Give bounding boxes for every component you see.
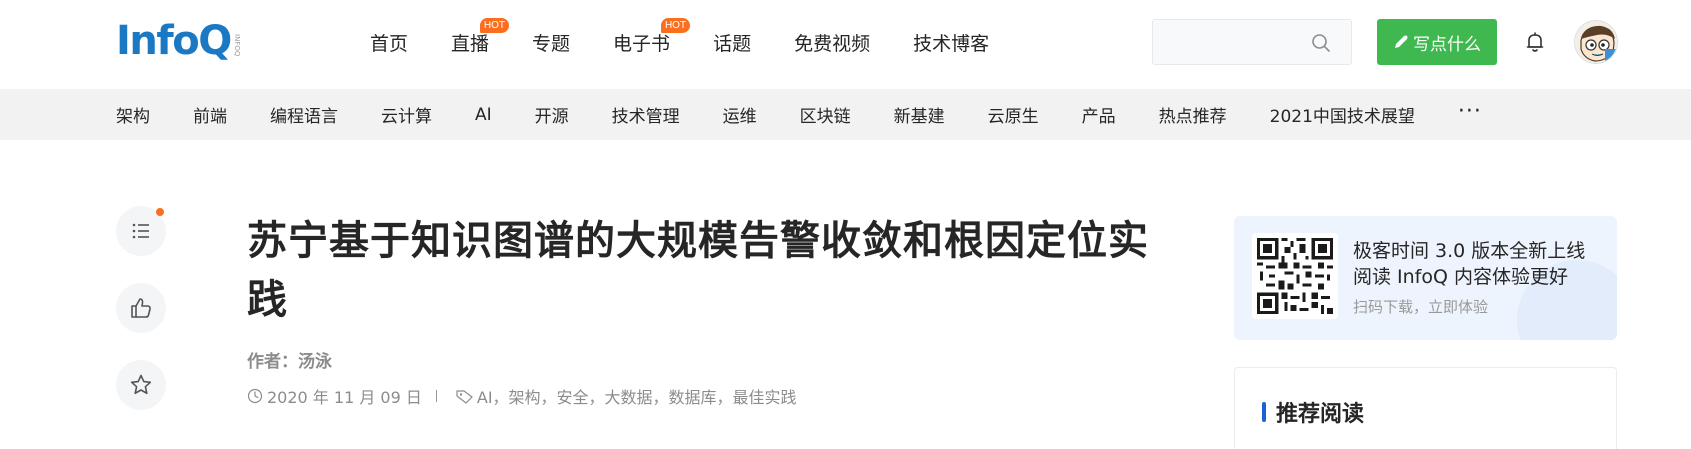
category-item-13[interactable]: 2021中国技术展望 [1270, 102, 1415, 127]
category-item-3[interactable]: 云计算 [381, 102, 432, 127]
hot-badge: HOT [479, 18, 510, 33]
banner-headline: 极客时间 3.0 版本全新上线 [1353, 240, 1586, 262]
category-nav: 架构 前端 编程语言 云计算 AI 开源 技术管理 运维 区块链 新基建 云原生 产品 热点推荐 2021… [0, 89, 1691, 140]
banner-subheadline: 阅读 InfoQ 内容体验更好 [1353, 266, 1568, 288]
write-button[interactable]: 写点什么 [1377, 19, 1497, 65]
banner-caption: 扫码下载，立即体验 [1353, 298, 1489, 316]
nav-item-label: 话题 [713, 33, 752, 55]
category-item-0[interactable]: 架构 [116, 102, 150, 127]
nav-item-label: 首页 [370, 33, 409, 55]
notification-dot [156, 208, 164, 216]
qr-code [1252, 233, 1338, 319]
search-icon[interactable] [1311, 33, 1331, 53]
user-avatar[interactable] [1574, 20, 1618, 64]
pen-icon [1395, 35, 1408, 48]
toc-button[interactable] [116, 206, 166, 256]
category-item-2[interactable]: 编程语言 [270, 102, 338, 127]
top-header: InfoQ INFOQ 首页 直播 HOT 专题 电子书 HOT 话题 免费视频 技术博客 写点… [0, 0, 1691, 89]
nav-item-label: 电子书 [613, 33, 671, 55]
clock-icon [247, 388, 263, 404]
recommend-title: 推荐阅读 [1276, 402, 1365, 427]
category-item-5[interactable]: 开源 [535, 102, 569, 127]
category-item-9[interactable]: 新基建 [894, 102, 945, 127]
publish-date: 2020 年 11 月 09 日 [267, 388, 422, 407]
nav-item-0[interactable]: 首页 [370, 26, 408, 62]
article-title: 苏宁基于知识图谱的大规模告警收敛和根因定位实践 [247, 218, 1149, 323]
category-item-10[interactable]: 云原生 [988, 102, 1039, 127]
section-accent-bar [1262, 402, 1266, 422]
star-icon [130, 374, 152, 395]
more-categories-button[interactable]: ··· [1458, 99, 1482, 124]
category-item-1[interactable]: 前端 [193, 102, 227, 127]
nav-item-2[interactable]: 专题 [532, 26, 570, 62]
article-meta: 2020 年 11 月 09 日 AI，架构，安全，大数据，数据库，最佳实践 [247, 384, 797, 408]
nav-item-label: 免费视频 [794, 33, 871, 55]
thumbs-up-icon [131, 298, 151, 318]
category-item-7[interactable]: 运维 [723, 102, 757, 127]
category-item-6[interactable]: 技术管理 [612, 102, 680, 127]
nav-item-4[interactable]: 话题 [713, 26, 751, 62]
search-input[interactable] [1152, 19, 1352, 65]
nav-item-5[interactable]: 免费视频 [794, 26, 870, 62]
write-button-label: 写点什么 [1413, 34, 1481, 55]
nav-item-label: 技术博客 [913, 33, 990, 55]
meta-divider [435, 390, 437, 402]
avatar-face-icon [1575, 21, 1617, 63]
hot-badge: HOT [660, 18, 691, 33]
logo-subtext: INFOQ [232, 33, 241, 56]
article-author[interactable]: 作者：汤泳 [247, 347, 332, 372]
favorite-button[interactable] [116, 360, 166, 410]
qr-code-icon [1257, 238, 1333, 314]
category-nav-items: 架构 前端 编程语言 云计算 AI 开源 技术管理 运维 区块链 新基建 云原生 产品 热点推荐 2021… [116, 89, 1482, 140]
nav-item-6[interactable]: 技术博客 [913, 26, 989, 62]
logo-text: InfoQ [116, 18, 232, 64]
app-download-banner[interactable]: 极客时间 3.0 版本全新上线 阅读 InfoQ 内容体验更好 扫码下载，立即体… [1234, 216, 1617, 340]
nav-item-label: 直播 [451, 33, 490, 55]
recommend-panel: 推荐阅读 [1234, 367, 1617, 449]
nav-item-label: 专题 [532, 33, 571, 55]
main-nav: 首页 直播 HOT 专题 电子书 HOT 话题 免费视频 技术博客 [370, 18, 1032, 62]
article-tags[interactable]: AI，架构，安全，大数据，数据库，最佳实践 [477, 384, 797, 408]
category-item-4[interactable]: AI [475, 105, 492, 125]
list-icon [132, 223, 149, 239]
infoq-logo[interactable]: InfoQ INFOQ [116, 18, 241, 64]
category-item-12[interactable]: 热点推荐 [1159, 102, 1227, 127]
bell-icon[interactable] [1523, 30, 1547, 54]
like-button[interactable] [116, 283, 166, 333]
tag-icon [456, 390, 473, 404]
nav-item-3[interactable]: 电子书 HOT [613, 18, 691, 62]
category-item-8[interactable]: 区块链 [800, 102, 851, 127]
nav-item-1[interactable]: 直播 HOT [451, 18, 510, 62]
category-item-11[interactable]: 产品 [1082, 102, 1116, 127]
